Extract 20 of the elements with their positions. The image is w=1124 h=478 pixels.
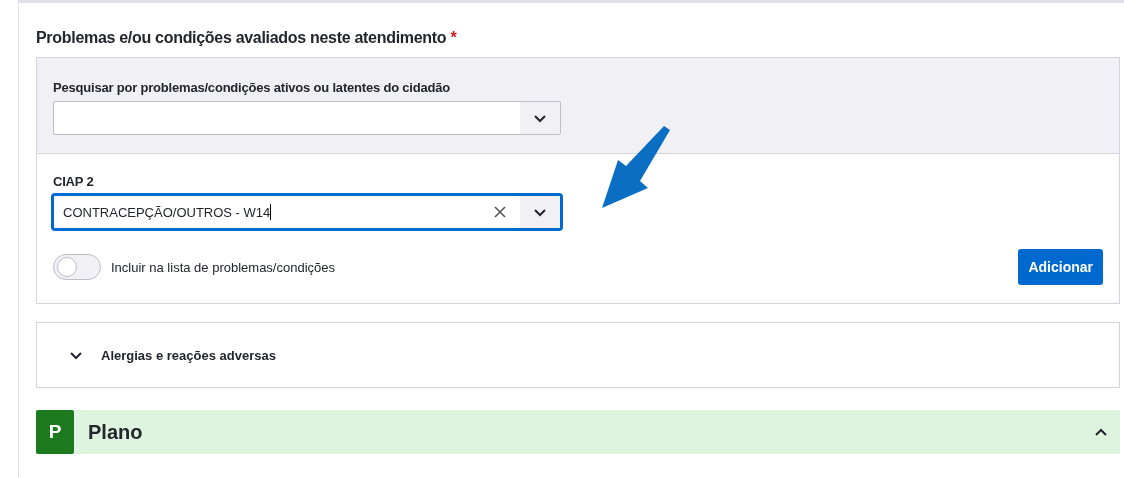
close-icon[interactable] — [493, 205, 507, 219]
chevron-up-icon — [1094, 427, 1108, 437]
chevron-down-icon — [69, 350, 83, 360]
search-select[interactable] — [53, 101, 561, 135]
section-badge: P — [36, 410, 74, 454]
field-label: CIAP 2 — [53, 174, 95, 189]
toggle-label: Incluir na lista de problemas/condições — [111, 259, 335, 275]
chevron-down-icon — [533, 113, 547, 123]
toggle-switch[interactable] — [53, 254, 101, 280]
add-button[interactable]: Adicionar — [1018, 249, 1103, 285]
chevron-down-icon — [533, 207, 547, 217]
arrow-icon — [600, 126, 672, 208]
ciap-select[interactable]: CONTRACEPÇÃO/OUTROS - W14 — [53, 195, 561, 229]
accordion-header[interactable]: Alergias e reações adversas — [36, 322, 1120, 388]
field-label: Pesquisar por problemas/condições ativos ou latentes do cidadão — [53, 80, 451, 95]
section-title: Problemas e/ou condições avaliados neste atendimento * — [36, 29, 458, 47]
accordion-title: Alergias e reações adversas — [101, 347, 276, 363]
section-title: Plano — [88, 420, 144, 444]
required-mark: * — [450, 29, 457, 46]
plan-section-header[interactable]: P Plano — [36, 410, 1120, 454]
